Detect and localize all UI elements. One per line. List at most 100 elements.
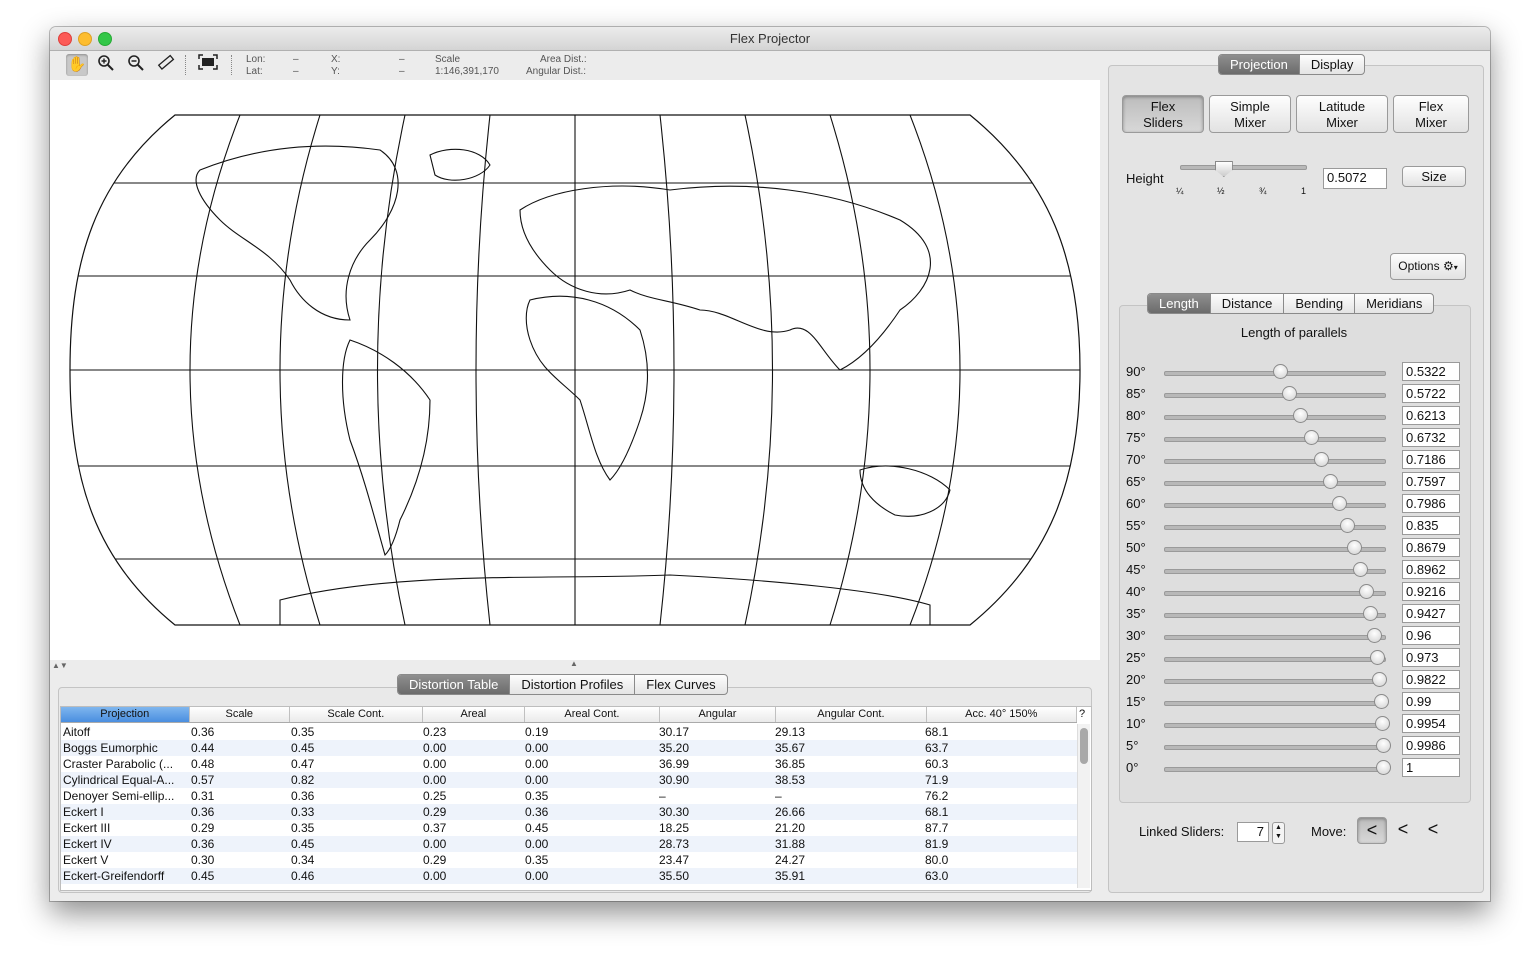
parallel-slider-thumb[interactable] xyxy=(1323,474,1339,489)
table-row[interactable]: Eckert V 0.30 0.34 0.29 0.35 23.47 24.27 80.0 xyxy=(61,852,1077,868)
height-value-field[interactable]: 0.5072 xyxy=(1323,168,1387,189)
column-header-areal-cont[interactable]: Areal Cont. xyxy=(525,707,660,722)
parallel-slider-track[interactable] xyxy=(1164,415,1386,420)
table-corner-button[interactable]: ? xyxy=(1075,707,1089,722)
tab-projection[interactable]: Projection xyxy=(1219,55,1299,74)
column-header-scale-cont[interactable]: Scale Cont. xyxy=(290,707,423,722)
table-row[interactable]: Craster Parabolic (... 0.48 0.47 0.00 0.00 36… xyxy=(61,756,1077,772)
table-row[interactable]: Aitoff 0.36 0.35 0.23 0.19 30.17 29.13 68.1 xyxy=(61,724,1077,740)
parallel-value-field[interactable]: 0.7986 xyxy=(1402,494,1460,513)
parallel-slider-thumb[interactable] xyxy=(1339,518,1355,533)
fit-map-icon[interactable] xyxy=(197,54,219,76)
parallel-slider-thumb[interactable] xyxy=(1363,606,1379,621)
parallel-value-field[interactable]: 0.973 xyxy=(1402,648,1460,667)
table-row[interactable]: Denoyer Semi-ellip... 0.31 0.36 0.25 0.35 – – 7… xyxy=(61,788,1077,804)
column-header-areal[interactable]: Areal xyxy=(423,707,526,722)
height-slider[interactable] xyxy=(1180,161,1307,185)
parallel-value-field[interactable]: 0.835 xyxy=(1402,516,1460,535)
parallel-slider-thumb[interactable] xyxy=(1367,628,1383,643)
hand-icon[interactable]: ✋ xyxy=(66,54,88,76)
map-canvas[interactable] xyxy=(50,80,1100,660)
parallel-slider-track[interactable] xyxy=(1164,723,1386,728)
zoom-in-icon[interactable] xyxy=(95,54,117,76)
scrollbar-thumb[interactable] xyxy=(1080,728,1088,764)
split-pane-divider[interactable]: ▲▼ ▲ xyxy=(50,659,1100,672)
parallel-value-field[interactable]: 0.5322 xyxy=(1402,362,1460,381)
tab-distance[interactable]: Distance xyxy=(1209,294,1284,313)
parallel-value-field[interactable]: 0.6213 xyxy=(1402,406,1460,425)
zoom-out-icon[interactable] xyxy=(125,54,147,76)
move-curve-right-button[interactable]: < xyxy=(1420,817,1446,844)
parallel-slider-track[interactable] xyxy=(1164,767,1386,772)
move-curve-left-button[interactable]: < xyxy=(1357,817,1387,844)
height-slider-thumb[interactable] xyxy=(1214,161,1233,177)
flex-mixer-button[interactable]: Flex Mixer xyxy=(1393,95,1469,133)
parallel-slider-thumb[interactable] xyxy=(1346,540,1362,555)
parallel-slider-track[interactable] xyxy=(1164,503,1386,508)
parallel-value-field[interactable]: 0.9986 xyxy=(1402,736,1460,755)
tab-meridians[interactable]: Meridians xyxy=(1354,294,1433,313)
parallel-slider-track[interactable] xyxy=(1164,459,1386,464)
column-header-angular-cont[interactable]: Angular Cont. xyxy=(776,707,927,722)
parallel-slider-thumb[interactable] xyxy=(1304,430,1320,445)
table-row[interactable]: Boggs Eumorphic 0.44 0.45 0.00 0.00 35.20 35.6… xyxy=(61,740,1077,756)
column-header-projection[interactable]: Projection xyxy=(61,707,190,722)
size-button[interactable]: Size xyxy=(1402,166,1466,187)
parallel-slider-thumb[interactable] xyxy=(1374,716,1390,731)
move-curve-middle-button[interactable]: < xyxy=(1390,817,1416,844)
table-row[interactable]: Eckert I 0.36 0.33 0.29 0.36 30.30 26.66 68.1 xyxy=(61,804,1077,820)
parallel-value-field[interactable]: 0.7597 xyxy=(1402,472,1460,491)
parallel-value-field[interactable]: 0.9822 xyxy=(1402,670,1460,689)
parallel-value-field[interactable]: 0.96 xyxy=(1402,626,1460,645)
parallel-value-field[interactable]: 0.9216 xyxy=(1402,582,1460,601)
parallel-slider-track[interactable] xyxy=(1164,635,1386,640)
parallel-slider-track[interactable] xyxy=(1164,481,1386,486)
parallel-value-field[interactable]: 0.6732 xyxy=(1402,428,1460,447)
parallel-slider-thumb[interactable] xyxy=(1353,562,1369,577)
column-header-angular[interactable]: Angular xyxy=(660,707,777,722)
parallel-value-field[interactable]: 0.5722 xyxy=(1402,384,1460,403)
tab-display[interactable]: Display xyxy=(1298,55,1365,74)
options-button[interactable]: Options ⚙▾ xyxy=(1390,253,1466,280)
table-row[interactable]: Eckert III 0.29 0.35 0.37 0.45 18.25 21.20 87.7 xyxy=(61,820,1077,836)
parallel-value-field[interactable]: 0.9427 xyxy=(1402,604,1460,623)
parallel-slider-thumb[interactable] xyxy=(1373,694,1389,709)
linked-sliders-stepper[interactable]: ▲ ▼ xyxy=(1272,822,1285,844)
parallel-value-field[interactable]: 0.99 xyxy=(1402,692,1460,711)
parallel-slider-track[interactable] xyxy=(1164,613,1386,618)
tab-flex-curves[interactable]: Flex Curves xyxy=(634,675,726,694)
parallel-slider-thumb[interactable] xyxy=(1376,760,1391,775)
parallel-value-field[interactable]: 0.8962 xyxy=(1402,560,1460,579)
parallel-slider-thumb[interactable] xyxy=(1281,386,1297,401)
linked-sliders-field[interactable]: 7 xyxy=(1237,822,1269,842)
table-row[interactable]: Eckert IV 0.36 0.45 0.00 0.00 28.73 31.88 81.9 xyxy=(61,836,1077,852)
parallel-slider-track[interactable] xyxy=(1164,657,1386,662)
column-header-scale[interactable]: Scale xyxy=(190,707,291,722)
column-header-acc[interactable]: Acc. 40° 150% xyxy=(927,707,1078,722)
table-scrollbar[interactable] xyxy=(1077,724,1090,888)
parallel-slider-track[interactable] xyxy=(1164,701,1386,706)
parallel-slider-track[interactable] xyxy=(1164,393,1386,398)
table-row[interactable]: Cylindrical Equal-A... 0.57 0.82 0.00 0.00 30… xyxy=(61,772,1077,788)
parallel-value-field[interactable]: 0.9954 xyxy=(1402,714,1460,733)
parallel-slider-thumb[interactable] xyxy=(1372,672,1388,687)
tab-distortion-profiles[interactable]: Distortion Profiles xyxy=(509,675,634,694)
parallel-value-field[interactable]: 1 xyxy=(1402,758,1460,777)
parallel-slider-thumb[interactable] xyxy=(1273,364,1289,379)
flex-sliders-button[interactable]: Flex Sliders xyxy=(1122,95,1204,133)
ruler-icon[interactable] xyxy=(155,54,177,76)
parallel-slider-thumb[interactable] xyxy=(1375,738,1391,753)
tab-bending[interactable]: Bending xyxy=(1283,294,1354,313)
simple-mixer-button[interactable]: Simple Mixer xyxy=(1209,95,1291,133)
tab-distortion-table[interactable]: Distortion Table xyxy=(398,675,510,694)
parallel-value-field[interactable]: 0.7186 xyxy=(1402,450,1460,469)
parallel-slider-track[interactable] xyxy=(1164,745,1386,750)
parallel-slider-track[interactable] xyxy=(1164,679,1386,684)
parallel-slider-track[interactable] xyxy=(1164,437,1386,442)
table-row[interactable]: Eckert-Greifendorff 0.45 0.46 0.00 0.00 35.50… xyxy=(61,868,1077,884)
parallel-slider-track[interactable] xyxy=(1164,591,1386,596)
tab-length[interactable]: Length xyxy=(1148,294,1210,313)
parallel-value-field[interactable]: 0.8679 xyxy=(1402,538,1460,557)
parallel-slider-thumb[interactable] xyxy=(1314,452,1330,467)
latitude-mixer-button[interactable]: Latitude Mixer xyxy=(1296,95,1388,133)
